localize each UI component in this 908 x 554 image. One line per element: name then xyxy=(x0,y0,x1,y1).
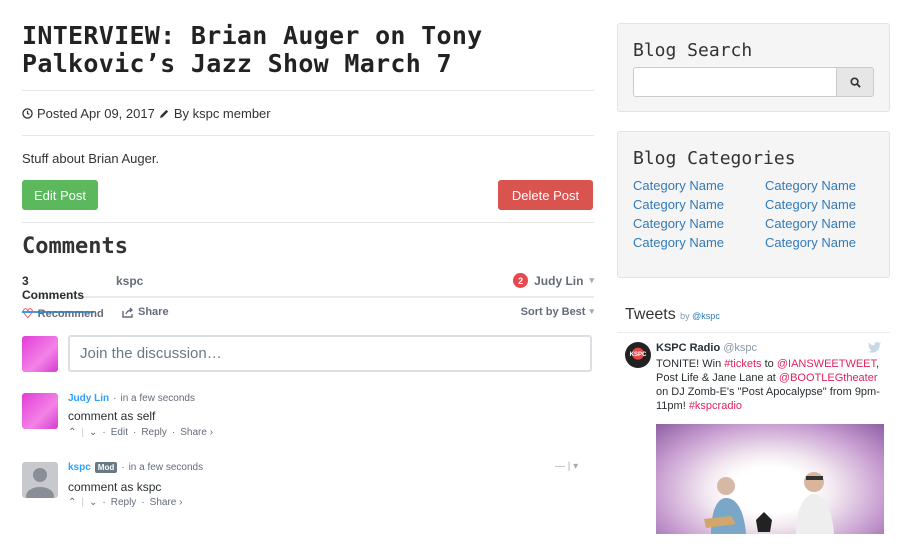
divider xyxy=(22,90,594,91)
notification-badge[interactable]: 2 xyxy=(513,273,529,288)
category-link[interactable]: Category Name xyxy=(633,235,724,250)
reply-link[interactable]: Reply xyxy=(141,427,167,438)
comment-header: Judy Lin · in a few seconds xyxy=(68,393,195,404)
post-body: Stuff about Brian Auger. xyxy=(22,151,160,166)
user-name[interactable]: Judy Lin xyxy=(534,274,583,288)
tweets-by: by @kspc xyxy=(680,311,720,321)
comment-text: comment as self xyxy=(68,409,156,423)
tab-community[interactable]: kspc xyxy=(116,274,143,288)
divider xyxy=(22,222,594,223)
thread-actions: ♡ Recommend Share Sort by Best ▾ xyxy=(22,306,594,322)
category-link[interactable]: Category Name xyxy=(765,178,856,193)
comment-header: kspc Mod · in a few seconds xyxy=(68,462,204,473)
edit-post-button[interactable]: Edit Post xyxy=(22,180,98,210)
comment-author[interactable]: kspc xyxy=(68,462,91,473)
tweets-handle-link[interactable]: @kspc xyxy=(692,311,720,321)
comment-author[interactable]: Judy Lin xyxy=(68,393,109,404)
downvote-icon[interactable]: ⌄ xyxy=(89,427,97,438)
comment-actions: ⌃ | ⌄ · Edit · Reply · Share › xyxy=(68,427,214,438)
separator: · xyxy=(113,393,117,404)
comment-composer-input[interactable]: Join the discussion… xyxy=(68,335,592,372)
delete-post-button[interactable]: Delete Post xyxy=(498,180,593,210)
share-link[interactable]: Share › xyxy=(180,427,213,438)
category-link[interactable]: Category Name xyxy=(633,216,724,231)
blog-search-panel: Blog Search xyxy=(617,23,890,112)
recommend-button[interactable]: ♡ Recommend xyxy=(22,306,104,322)
clock-icon xyxy=(22,108,33,119)
search-button[interactable] xyxy=(836,67,874,97)
tweet-author[interactable]: KSPC Radio @kspc xyxy=(656,342,757,354)
tweet-text: TONITE! Win #tickets to @IANSWEETWEET, P… xyxy=(656,358,880,412)
category-link[interactable]: Category Name xyxy=(633,178,724,193)
comment-time[interactable]: in a few seconds xyxy=(120,393,195,404)
upvote-icon[interactable]: ⌃ xyxy=(68,497,76,508)
blog-categories-title: Blog Categories xyxy=(633,148,796,169)
avatar[interactable] xyxy=(22,393,58,429)
comments-heading: Comments xyxy=(22,234,128,259)
sort-dropdown[interactable]: Sort by Best ▾ xyxy=(521,306,594,318)
mention-link[interactable]: @BOOTLEGtheater xyxy=(779,372,878,384)
divider xyxy=(617,332,890,333)
twitter-bird-icon[interactable] xyxy=(868,342,881,353)
search-input[interactable] xyxy=(633,67,836,97)
post-title: INTERVIEW: Brian Auger on Tony Palkovic’… xyxy=(22,21,483,78)
reply-link[interactable]: Reply xyxy=(111,497,137,508)
upvote-icon[interactable]: ⌃ xyxy=(68,427,76,438)
tweets-title: Tweets by @kspc xyxy=(625,306,720,324)
pencil-icon xyxy=(159,109,168,119)
sort-label: Sort by Best xyxy=(520,306,586,318)
hashtag-link[interactable]: #kspcradio xyxy=(689,400,742,412)
blog-categories-panel: Blog Categories Category Name Category N… xyxy=(617,131,890,278)
downvote-icon[interactable]: ⌄ xyxy=(89,497,97,508)
category-link[interactable]: Category Name xyxy=(765,197,856,212)
edit-comment-link[interactable]: Edit xyxy=(111,427,128,438)
comments-tabs: 3 Comments kspc 2 Judy Lin ▾ xyxy=(22,272,594,313)
chevron-down-icon: ▾ xyxy=(589,275,594,285)
comment-actions: ⌃ | ⌄ · Reply · Share › xyxy=(68,497,183,508)
tweet-handle[interactable]: @kspc xyxy=(723,342,757,354)
tweets-label: Tweets xyxy=(625,306,676,323)
recommend-label: Recommend xyxy=(37,308,104,320)
share-label: Share xyxy=(138,306,169,318)
post-author: By kspc member xyxy=(173,106,271,121)
moderator-badge: Mod xyxy=(94,462,118,473)
blog-search-title: Blog Search xyxy=(633,40,753,61)
comment-menu[interactable]: — | ▾ xyxy=(555,461,578,472)
mention-link[interactable]: @IANSWEETWEET xyxy=(777,358,876,370)
user-menu[interactable]: 2 Judy Lin ▾ xyxy=(513,273,594,288)
chevron-down-icon: ▾ xyxy=(589,306,594,316)
share-button[interactable]: Share xyxy=(122,306,169,318)
category-link[interactable]: Category Name xyxy=(765,235,856,250)
comment-time[interactable]: in a few seconds xyxy=(129,462,204,473)
comment-text: comment as kspc xyxy=(68,480,162,494)
divider xyxy=(22,135,594,136)
avatar xyxy=(22,336,58,372)
tweet-image[interactable] xyxy=(656,424,884,534)
category-link[interactable]: Category Name xyxy=(633,197,724,212)
avatar[interactable] xyxy=(22,462,58,498)
heart-icon: ♡ xyxy=(22,306,34,321)
hashtag-link[interactable]: #tickets xyxy=(724,358,761,370)
share-icon xyxy=(122,307,133,318)
category-link[interactable]: Category Name xyxy=(765,216,856,231)
search-icon xyxy=(849,76,861,88)
share-link[interactable]: Share › xyxy=(150,497,183,508)
post-meta: Posted Apr 09, 2017 By kspc member xyxy=(22,106,271,121)
post-date: Posted Apr 09, 2017 xyxy=(37,106,155,121)
tweet-avatar[interactable]: KSPC xyxy=(625,342,651,368)
